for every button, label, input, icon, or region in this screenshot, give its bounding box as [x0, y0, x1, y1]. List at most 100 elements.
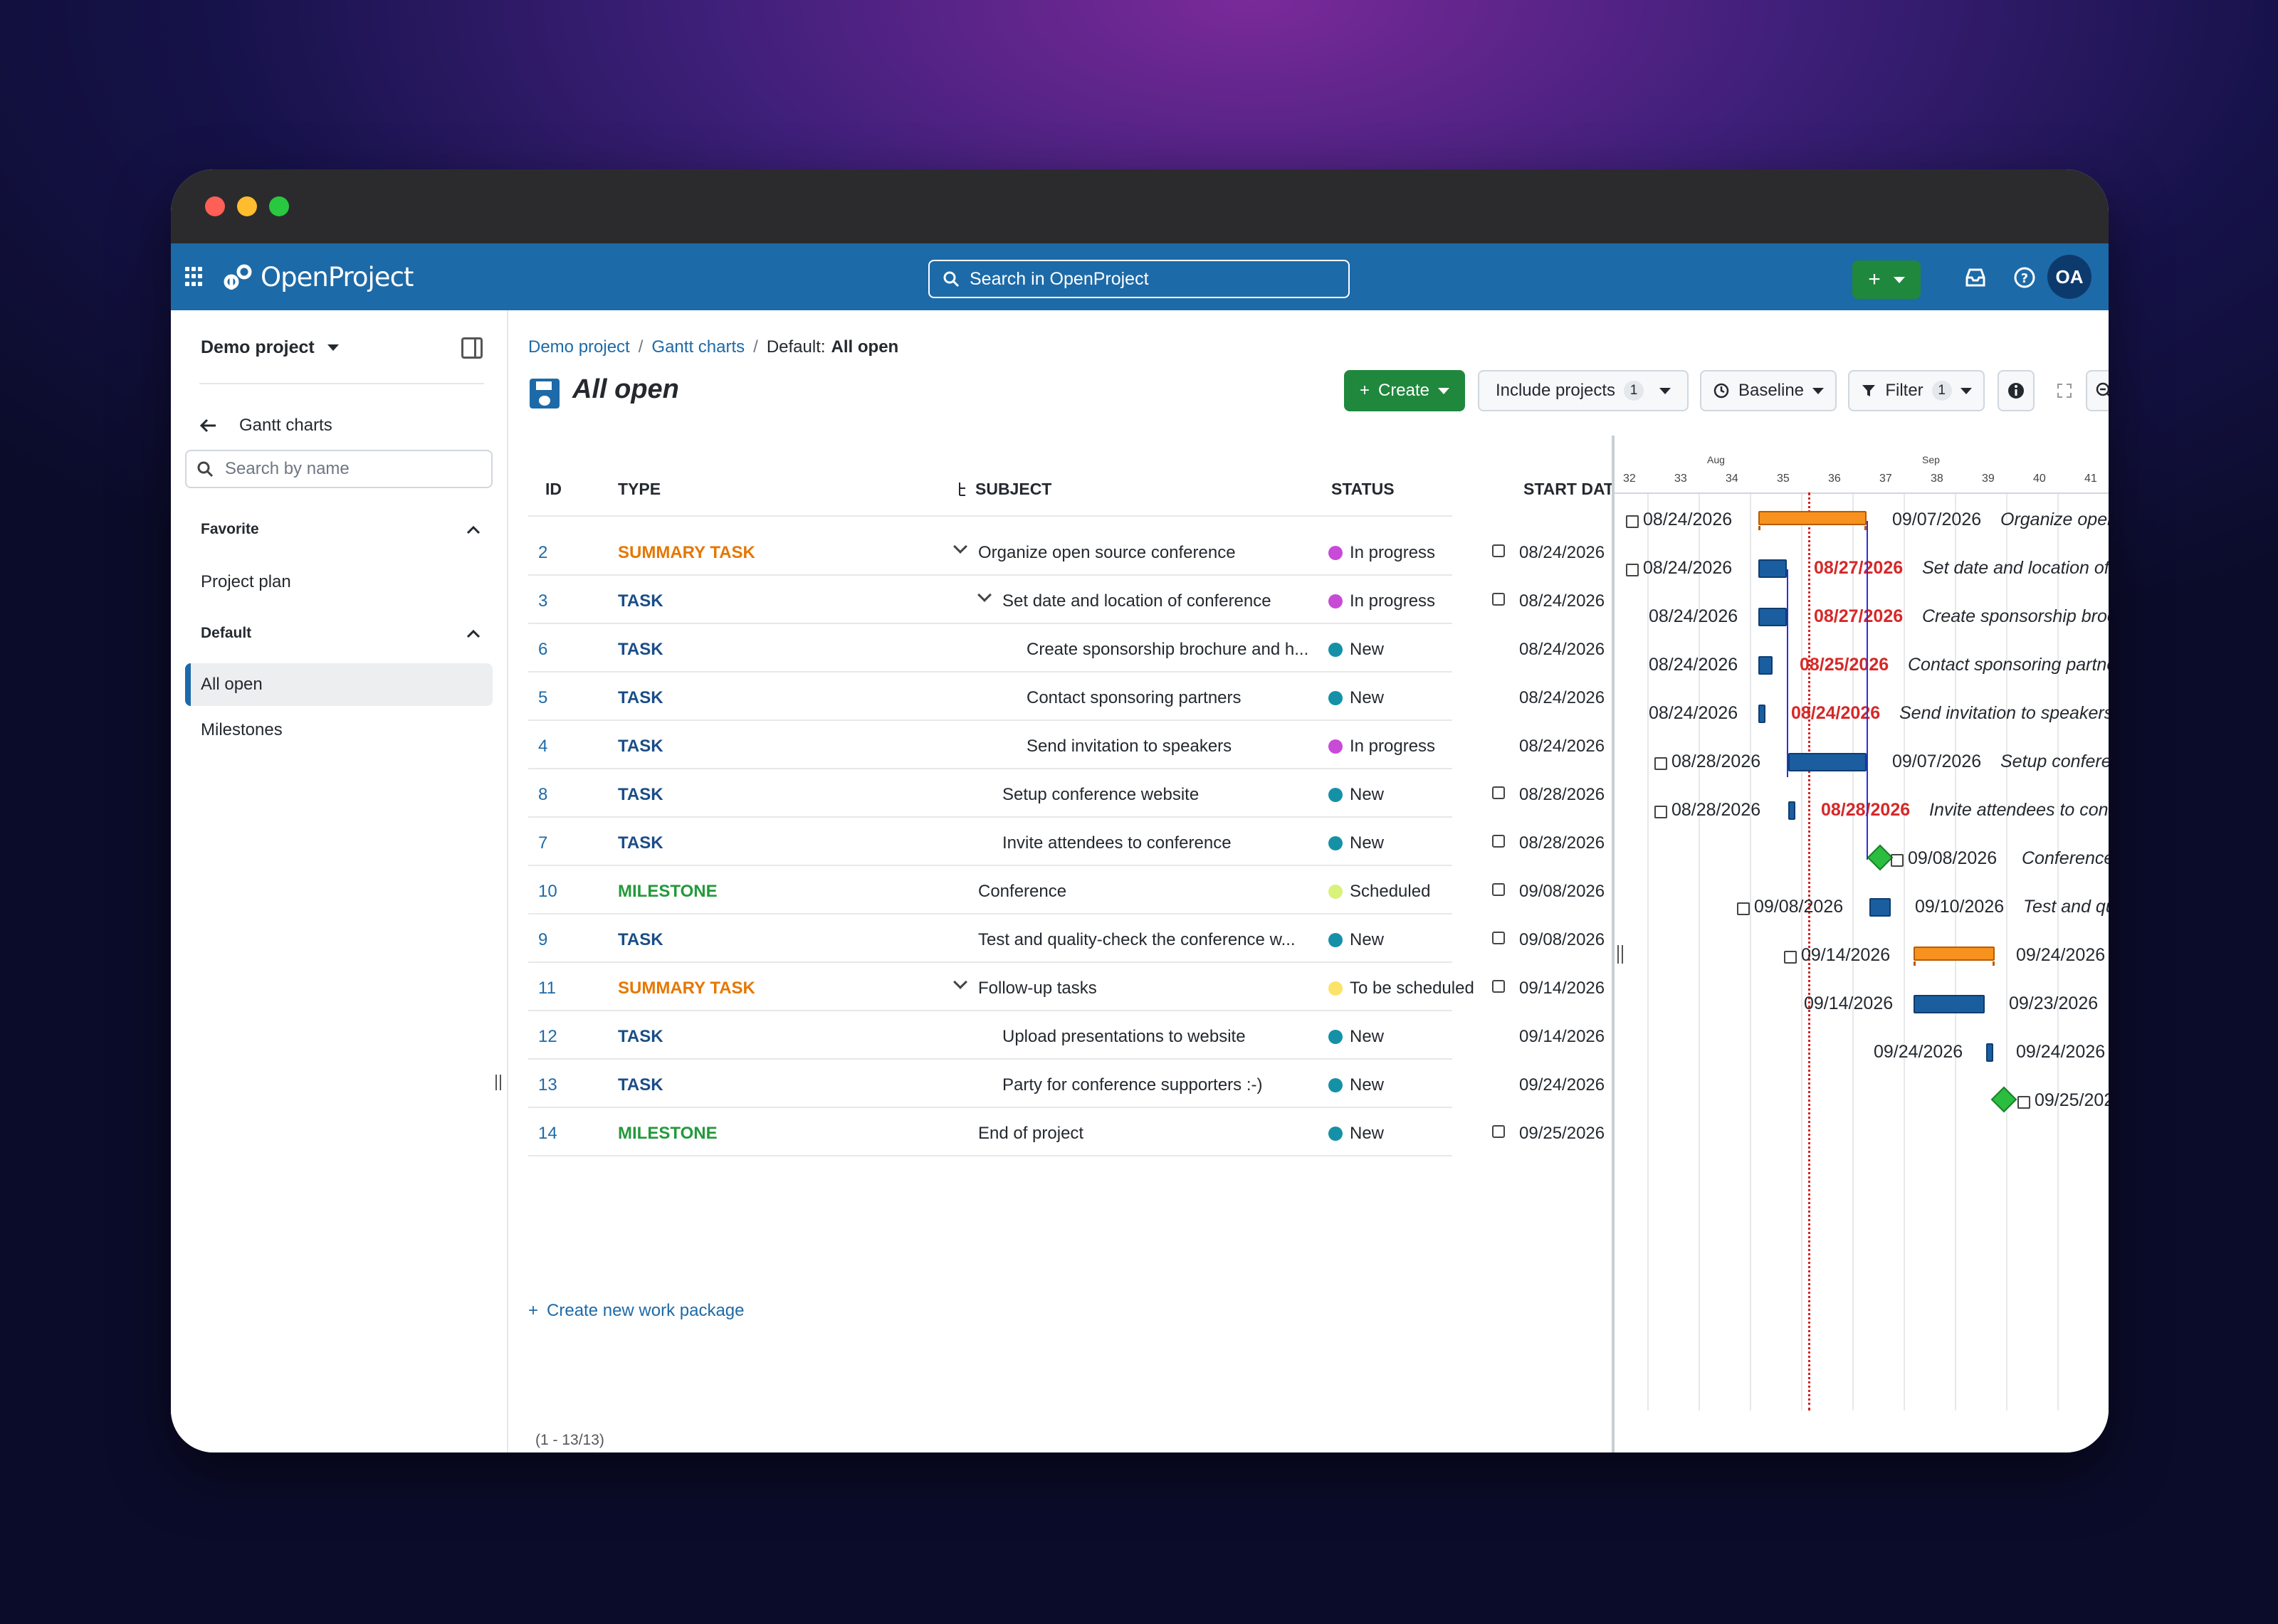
table-row[interactable]: 4 TASK Send invitation to speakers In progr… [510, 721, 1605, 769]
row-subject[interactable]: Invite attendees to conference [1002, 833, 1232, 853]
row-subject[interactable]: Upload presentations to website [1002, 1027, 1246, 1047]
filter-button[interactable]: Filter 1 [1848, 370, 1985, 411]
table-row[interactable]: 13 TASK Party for conference supporters :-… [510, 1060, 1605, 1108]
sidebar-back-link[interactable]: Gantt charts [199, 416, 332, 436]
row-start-date[interactable]: 08/24/2026 [1519, 688, 1605, 708]
gantt-task-bar[interactable] [1758, 705, 1765, 723]
sidebar-resize-handle[interactable] [495, 1075, 501, 1090]
collapse-sidebar-icon[interactable] [461, 337, 483, 359]
row-status[interactable]: Scheduled [1328, 882, 1430, 902]
table-row[interactable]: 12 TASK Upload presentations to website New… [510, 1011, 1605, 1060]
row-id[interactable]: 9 [538, 930, 547, 950]
openproject-logo[interactable]: OpenProject [222, 260, 414, 293]
row-id[interactable]: 11 [538, 979, 556, 998]
row-subject[interactable]: Create sponsorship brochure and h... [1027, 640, 1308, 660]
row-status[interactable]: In progress [1328, 737, 1435, 756]
table-row[interactable]: 7 TASK Invite attendees to conference New 08… [510, 818, 1605, 866]
breadcrumb-gantt-link[interactable]: Gantt charts [651, 337, 745, 357]
row-subject[interactable]: End of project [978, 1124, 1083, 1144]
row-status[interactable]: In progress [1328, 591, 1435, 611]
column-header-status[interactable]: STATUS [1331, 480, 1395, 499]
row-status[interactable]: To be scheduled [1328, 979, 1474, 998]
row-id[interactable]: 6 [538, 640, 547, 660]
close-window-button[interactable] [205, 196, 225, 216]
app-menu-icon[interactable] [185, 267, 205, 287]
row-subject[interactable]: Conference [978, 882, 1066, 902]
row-status[interactable]: New [1328, 640, 1384, 660]
row-subject[interactable]: Party for conference supporters :-) [1002, 1075, 1262, 1095]
row-start-date[interactable]: 08/24/2026 [1519, 640, 1605, 660]
gantt-task-bar[interactable] [1914, 995, 1985, 1013]
row-start-date[interactable]: 09/08/2026 [1519, 882, 1605, 902]
row-subject[interactable]: Test and quality-check the conference w.… [978, 930, 1296, 950]
row-subject[interactable]: Follow-up tasks [978, 979, 1097, 998]
zoom-out-button[interactable] [2086, 370, 2109, 411]
row-status[interactable]: New [1328, 930, 1384, 950]
global-search-input[interactable]: Search in OpenProject [928, 260, 1350, 298]
row-id[interactable]: 4 [538, 737, 547, 756]
row-status[interactable]: New [1328, 785, 1384, 805]
table-row[interactable]: 3 TASK Set date and location of conference… [510, 576, 1605, 624]
row-start-date[interactable]: 08/24/2026 [1519, 737, 1605, 756]
row-status[interactable]: New [1328, 1075, 1384, 1095]
quick-create-button[interactable]: + [1852, 260, 1921, 299]
row-id[interactable]: 14 [538, 1124, 557, 1144]
chevron-down-icon[interactable] [977, 588, 992, 602]
gantt-milestone[interactable] [1990, 1086, 2017, 1113]
row-subject[interactable]: Send invitation to speakers [1027, 737, 1232, 756]
row-status[interactable]: New [1328, 688, 1384, 708]
sidebar-item-milestones[interactable]: Milestones [185, 709, 493, 752]
notifications-inbox-icon[interactable] [1963, 265, 1988, 290]
row-start-date[interactable]: 09/25/2026 [1519, 1124, 1605, 1144]
gantt-splitter[interactable] [1617, 945, 1623, 964]
row-id[interactable]: 10 [538, 882, 557, 902]
gantt-task-bar[interactable] [1986, 1043, 1993, 1062]
project-selector[interactable]: Demo project [201, 337, 339, 358]
help-icon[interactable]: ? [2012, 265, 2037, 290]
column-header-id[interactable]: ID [545, 480, 562, 499]
row-start-date[interactable]: 08/24/2026 [1519, 591, 1605, 611]
chevron-up-icon[interactable] [466, 522, 481, 538]
row-id[interactable]: 13 [538, 1075, 557, 1095]
row-id[interactable]: 7 [538, 833, 547, 853]
row-status[interactable]: New [1328, 1124, 1384, 1144]
hierarchy-icon[interactable] [957, 481, 968, 498]
row-id[interactable]: 5 [538, 688, 547, 708]
chevron-up-icon[interactable] [466, 626, 481, 642]
table-row[interactable]: 5 TASK Contact sponsoring partners New 08/24… [510, 673, 1605, 721]
row-start-date[interactable]: 08/28/2026 [1519, 833, 1605, 853]
row-start-date[interactable]: 09/08/2026 [1519, 930, 1605, 950]
gantt-chart[interactable]: 2026AugSepOct323334353637383940414243440… [1612, 436, 2109, 1452]
column-header-type[interactable]: TYPE [618, 480, 661, 499]
row-id[interactable]: 3 [538, 591, 547, 611]
table-row[interactable]: 9 TASK Test and quality-check the conferen… [510, 914, 1605, 963]
table-row[interactable]: 6 TASK Create sponsorship brochure and h..… [510, 624, 1605, 673]
row-start-date[interactable]: 08/24/2026 [1519, 543, 1605, 563]
row-status[interactable]: New [1328, 1027, 1384, 1047]
maximize-window-button[interactable] [269, 196, 289, 216]
gantt-task-bar[interactable] [1788, 801, 1795, 820]
row-start-date[interactable]: 08/28/2026 [1519, 785, 1605, 805]
zoom-auto-button[interactable] [2046, 370, 2083, 411]
row-subject[interactable]: Set date and location of conference [1002, 591, 1271, 611]
gantt-milestone[interactable] [1867, 844, 1894, 871]
breadcrumb-project-link[interactable]: Demo project [528, 337, 630, 357]
row-subject[interactable]: Organize open source conference [978, 543, 1236, 563]
minimize-window-button[interactable] [237, 196, 257, 216]
table-row[interactable]: 8 TASK Setup conference website New 08/28/20… [510, 769, 1605, 818]
row-subject[interactable]: Contact sponsoring partners [1027, 688, 1242, 708]
row-id[interactable]: 2 [538, 543, 547, 563]
create-button[interactable]: + Create [1344, 370, 1465, 411]
row-start-date[interactable]: 09/14/2026 [1519, 979, 1605, 998]
save-view-icon[interactable] [530, 379, 560, 408]
column-header-start-date[interactable]: START DAT [1523, 480, 1614, 499]
sidebar-search-input[interactable]: Search by name [185, 450, 493, 488]
sidebar-item-all-open[interactable]: All open [185, 663, 493, 706]
chevron-down-icon[interactable] [953, 975, 967, 989]
gantt-task-bar[interactable] [1758, 608, 1787, 626]
row-id[interactable]: 8 [538, 785, 547, 805]
create-work-package-link[interactable]: + Create new work package [528, 1301, 745, 1321]
table-row[interactable]: 14 MILESTONE End of project New 09/25/2026 [510, 1108, 1605, 1156]
row-status[interactable]: New [1328, 833, 1384, 853]
gantt-task-bar[interactable] [1758, 656, 1773, 675]
